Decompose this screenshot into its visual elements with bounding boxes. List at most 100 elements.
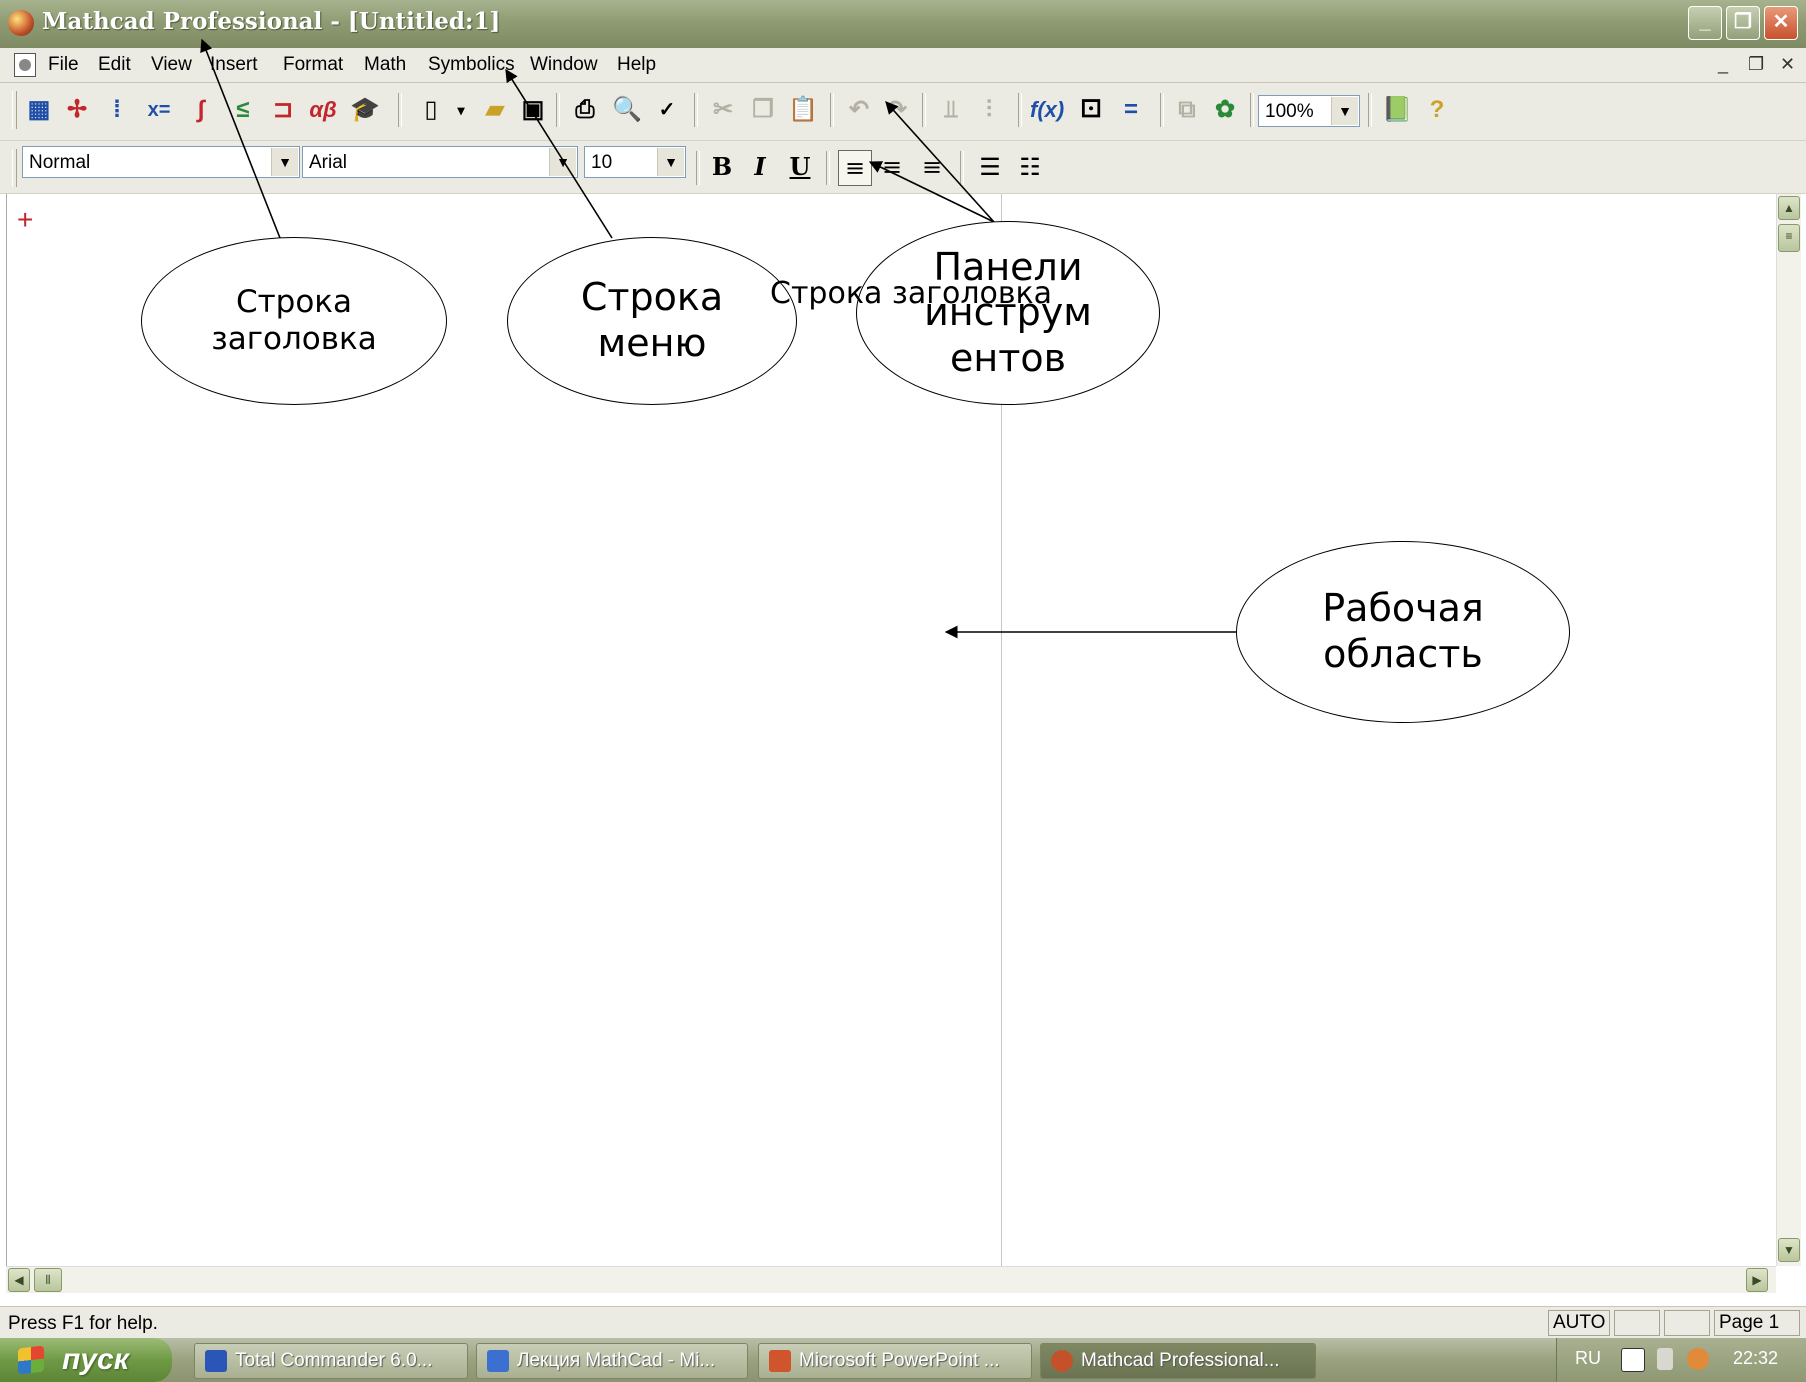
toolbar-grip[interactable] [12,91,17,129]
programming-toolbar-icon[interactable]: ⊐ [266,93,300,127]
menu-view[interactable]: View [151,54,192,76]
annotation-overlap-text: Строка заголовка [770,276,1053,311]
scroll-left-icon[interactable]: ◀ [8,1268,30,1292]
menu-help[interactable]: Help [617,54,656,76]
resource-center-icon[interactable]: ✿ [1208,93,1242,127]
evaluation-toolbar-icon[interactable]: x= [142,93,176,127]
hscroll-thumb[interactable]: ⦀ [34,1268,62,1292]
windows-logo-icon [18,1345,44,1375]
style-select[interactable]: Normal ▼ [22,146,300,178]
taskbar-item-powerpoint[interactable]: Microsoft PowerPoint ... [758,1343,1032,1379]
chevron-down-icon[interactable]: ▼ [657,148,684,176]
insert-component-icon[interactable]: ⧉ [1170,93,1204,127]
restore-button[interactable]: ❐ [1726,6,1760,40]
matrix-toolbar-icon[interactable]: ⁞ [100,93,134,127]
menu-file[interactable]: File [48,54,79,76]
callout-toolbars: Панели инструм ентов [856,221,1160,405]
toolbar-separator [1368,93,1372,127]
callout-workspace: Рабочая область [1236,541,1570,723]
align-left-icon[interactable]: ≡ [838,150,872,186]
resource-book-icon[interactable]: 📗 [1380,93,1414,127]
align-down-icon[interactable]: ⫶ [972,93,1006,127]
menu-insert[interactable]: Insert [210,54,258,76]
font-size-select[interactable]: 10 ▼ [584,146,686,178]
graph-toolbar-icon[interactable]: ✢ [60,93,94,127]
toolbar-separator [694,93,698,127]
new-dropdown-icon[interactable]: ▾ [444,93,478,127]
bullet-list-icon[interactable]: ☰ [974,150,1006,184]
new-document-icon[interactable]: ▯ [414,93,448,127]
toolbar-separator [1160,93,1164,127]
save-icon[interactable]: ▣ [516,93,550,127]
calculus-toolbar-icon[interactable]: ∫ [184,93,218,127]
paste-icon[interactable]: 📋 [786,93,820,127]
menu-symbolics[interactable]: Symbolics [428,54,515,76]
language-indicator[interactable]: RU [1575,1348,1601,1369]
taskbar-item-mathcad[interactable]: Mathcad Professional... [1040,1343,1316,1379]
mathcad-app-icon[interactable] [8,10,34,36]
scroll-thumb[interactable]: ≡ [1778,224,1800,252]
underline-button[interactable]: U [784,150,816,184]
mdi-close-button[interactable]: ✕ [1780,54,1795,75]
insert-unit-icon[interactable]: ⚀ [1074,93,1108,127]
undo-icon[interactable]: ↶ [842,93,876,127]
greek-toolbar-icon[interactable]: αβ [306,93,340,127]
help-icon[interactable]: ? [1420,93,1454,127]
align-right-icon[interactable]: ≡ [916,150,948,184]
zoom-value: 100% [1265,101,1314,122]
chevron-down-icon[interactable]: ▼ [271,148,298,176]
start-button[interactable]: пуск [0,1338,172,1382]
windows-taskbar: пуск Total Commander 6.0... Лекция MathC… [0,1338,1806,1382]
word-icon [487,1350,509,1372]
chevron-down-icon[interactable]: ▼ [549,148,576,176]
status-panel-empty [1614,1310,1660,1336]
bold-button[interactable]: B [706,150,738,184]
zoom-select[interactable]: 100% ▼ [1258,95,1360,127]
mdi-minimize-button[interactable]: _ [1718,54,1728,75]
task-label: Total Commander 6.0... [235,1350,433,1371]
close-button[interactable]: ✕ [1764,6,1798,40]
scroll-right-icon[interactable]: ▶ [1746,1268,1768,1292]
status-panel-empty [1664,1310,1710,1336]
align-across-icon[interactable]: ⫫ [934,93,968,127]
menu-format[interactable]: Format [283,54,343,76]
italic-button[interactable]: I [744,150,776,184]
menu-window[interactable]: Window [530,54,598,76]
cut-icon[interactable]: ✂ [706,93,740,127]
minimize-button[interactable]: _ [1688,6,1722,40]
boolean-toolbar-icon[interactable]: ≤ [226,93,260,127]
calculator-toolbar-icon[interactable]: ▦ [22,93,56,127]
insertion-crosshair: + [17,204,34,235]
print-preview-icon[interactable]: 🔍 [610,93,644,127]
scroll-up-icon[interactable]: ▲ [1778,196,1800,220]
insert-function-icon[interactable]: f(x) [1030,93,1064,127]
copy-icon[interactable]: ❐ [746,93,780,127]
network-tray-icon[interactable] [1657,1348,1673,1370]
open-folder-icon[interactable]: ▰ [478,93,512,127]
redo-icon[interactable]: ↷ [880,93,914,127]
toolbar-grip[interactable] [12,149,17,187]
taskbar-item-word[interactable]: Лекция MathCad - Mi... [476,1343,748,1379]
vertical-scrollbar[interactable]: ▲ ≡ ▼ [1776,194,1801,1266]
font-select[interactable]: Arial ▼ [302,146,578,178]
help-tray-icon[interactable] [1621,1348,1645,1372]
document-icon[interactable] [14,53,36,77]
formatting-toolbar: Normal ▼ Arial ▼ 10 ▼ B I U ≡ ≡ ≡ ☰ ☷ [0,141,1806,194]
align-center-icon[interactable]: ≡ [876,150,908,184]
show-hidden-icons-icon[interactable] [1687,1348,1709,1370]
taskbar-item-total-commander[interactable]: Total Commander 6.0... [194,1343,468,1379]
task-label: Microsoft PowerPoint ... [799,1350,1000,1371]
print-icon[interactable]: ⎙ [568,93,602,127]
font-size-value: 10 [591,152,613,173]
spell-check-icon[interactable]: ✓ [650,93,684,127]
calculate-icon[interactable]: = [1114,93,1148,127]
powerpoint-icon [769,1350,791,1372]
menu-edit[interactable]: Edit [98,54,131,76]
scroll-down-icon[interactable]: ▼ [1778,1238,1800,1262]
numbered-list-icon[interactable]: ☷ [1014,150,1046,184]
horizontal-scrollbar[interactable]: ◀ ⦀ ▶ [6,1266,1776,1293]
chevron-down-icon[interactable]: ▼ [1331,97,1358,125]
menu-math[interactable]: Math [364,54,406,76]
symbolic-toolbar-icon[interactable]: 🎓 [348,93,382,127]
mdi-restore-button[interactable]: ❐ [1748,54,1764,75]
